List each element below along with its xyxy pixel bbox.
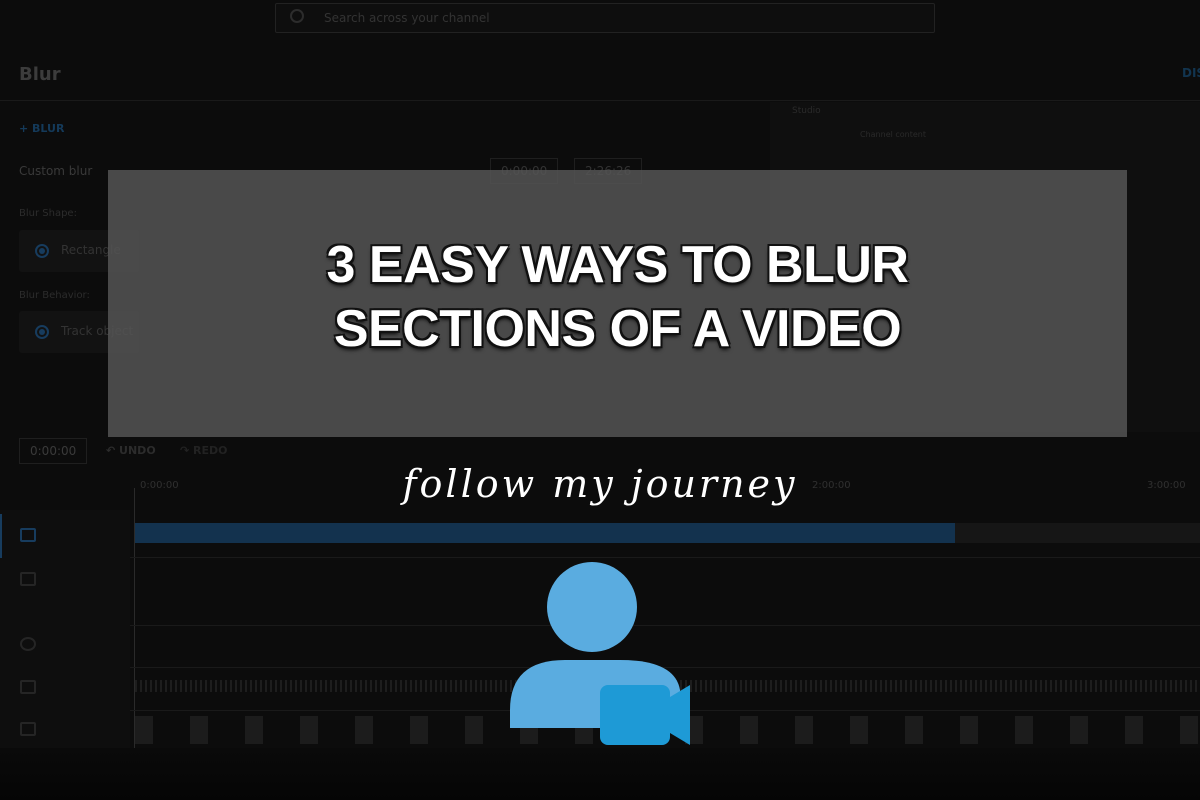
headline: 3 EASY WAYS TO BLUR SECTIONS OF A VIDEO bbox=[108, 233, 1127, 361]
blur-track-segment[interactable] bbox=[135, 523, 955, 543]
undo-label: UNDO bbox=[119, 444, 156, 457]
radio-icon bbox=[35, 244, 49, 258]
discard-button[interactable]: DIS bbox=[1182, 66, 1200, 80]
text-track-icon[interactable] bbox=[20, 572, 36, 586]
tagline: follow my journey bbox=[402, 462, 798, 506]
undo-button[interactable]: ↶ UNDO bbox=[106, 444, 156, 457]
plus-icon: + bbox=[19, 122, 33, 135]
person-video-logo-icon bbox=[510, 562, 690, 745]
blur-track-empty bbox=[955, 523, 1200, 543]
undo-icon: ↶ bbox=[106, 444, 120, 457]
divider bbox=[0, 100, 1200, 101]
custom-blur-label: Custom blur bbox=[19, 164, 93, 178]
add-blur-button[interactable]: + BLUR bbox=[19, 122, 64, 135]
current-time[interactable]: 0:00:00 bbox=[19, 438, 88, 464]
ruler-label: 2:00:00 bbox=[812, 480, 851, 491]
redo-icon: ↷ bbox=[180, 444, 194, 457]
blur-track-icon[interactable] bbox=[20, 528, 36, 542]
bottom-bar bbox=[0, 748, 1200, 800]
headline-line-1: 3 EASY WAYS TO BLUR bbox=[326, 236, 909, 294]
radio-icon bbox=[35, 325, 49, 339]
search-icon bbox=[290, 9, 304, 23]
preview-heading: Channel content bbox=[860, 130, 927, 139]
track-icons bbox=[0, 510, 130, 750]
preview-app-name: Studio bbox=[792, 106, 821, 116]
page-title: Blur bbox=[19, 64, 61, 85]
blur-behavior-label: Blur Behavior: bbox=[19, 290, 90, 301]
ruler-label: 0:00:00 bbox=[140, 480, 179, 491]
redo-label: REDO bbox=[193, 444, 228, 457]
redo-button[interactable]: ↷ REDO bbox=[180, 444, 228, 457]
video-track-icon[interactable] bbox=[20, 722, 36, 736]
search-placeholder: Search across your channel bbox=[324, 11, 490, 25]
add-blur-label: BLUR bbox=[32, 122, 65, 135]
ruler-label: 3:00:00 bbox=[1147, 480, 1186, 491]
blur-shape-label: Blur Shape: bbox=[19, 208, 77, 219]
headline-line-2: SECTIONS OF A VIDEO bbox=[333, 300, 902, 358]
search-bar[interactable]: Search across your channel bbox=[275, 3, 935, 33]
music-icon[interactable] bbox=[20, 680, 36, 694]
info-icon[interactable] bbox=[20, 637, 36, 651]
